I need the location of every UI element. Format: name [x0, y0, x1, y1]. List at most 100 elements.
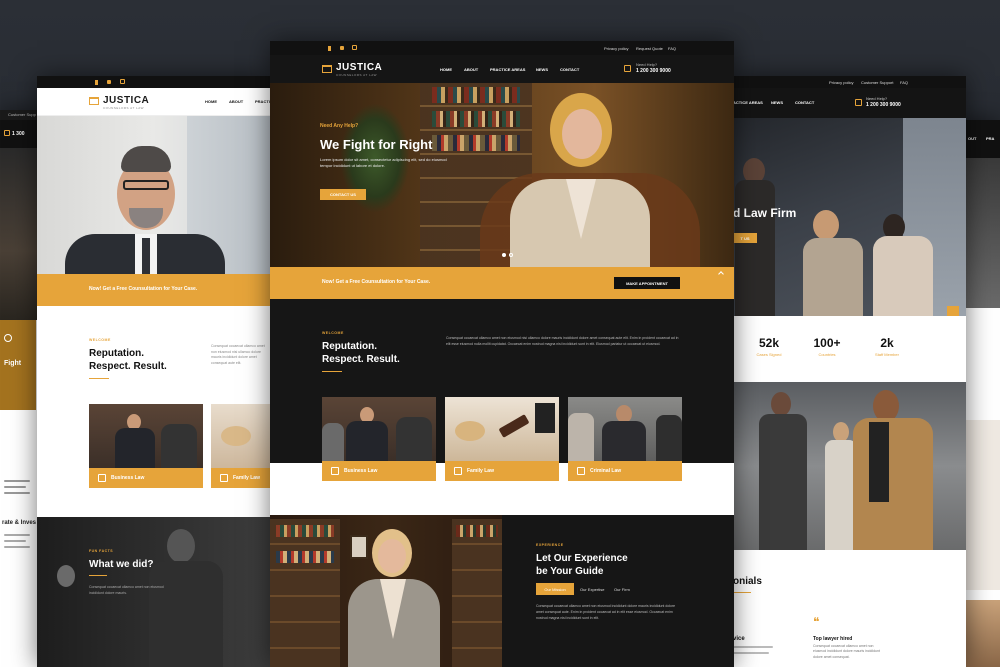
- tab-our-firm[interactable]: Our Firm: [614, 587, 630, 592]
- far-left-phone[interactable]: 1 300: [12, 131, 25, 137]
- right-contact-button-fragment[interactable]: T US: [733, 233, 757, 243]
- right-topbar-link[interactable]: Customer Support: [861, 80, 893, 85]
- main-topbar-link[interactable]: FAQ: [668, 46, 676, 51]
- framed-photo: [350, 535, 368, 559]
- twitter-icon[interactable]: [107, 80, 111, 84]
- scroll-up-icon[interactable]: [947, 306, 959, 316]
- main-nav-home[interactable]: HOME: [440, 67, 452, 72]
- right-stat-label: Staff Member: [875, 352, 899, 357]
- left-mockup: JUSTICA COUNSELORS AT LAW HOME ABOUT PRA…: [37, 76, 270, 667]
- right-stat-value: 2k: [880, 336, 894, 350]
- tab-our-mission[interactable]: Our Mission: [536, 583, 574, 595]
- left-about-kicker: WELCOME: [89, 338, 111, 342]
- left-card-label: Family Law: [211, 468, 270, 488]
- main-hero-title: We Fight for Right: [320, 137, 433, 152]
- main-topbar: Privacy policy Request Quote FAQ: [270, 41, 734, 55]
- left-card-label-text: Business Law: [111, 475, 145, 481]
- right-testimonials-heading: onials: [733, 576, 762, 587]
- facebook-icon[interactable]: [95, 80, 98, 85]
- main-practice-card[interactable]: Business Law: [322, 397, 436, 481]
- house-icon: [220, 474, 228, 482]
- main-card-image: [445, 397, 559, 461]
- left-about-title-line1: Reputation.: [89, 348, 144, 359]
- left-banner-text: Now! Get a Free Counsultation for Your C…: [89, 286, 198, 292]
- glasses-icon: [123, 180, 169, 190]
- right-phone-number[interactable]: 1 200 300 9000: [866, 102, 901, 108]
- left-card-label: Business Law: [89, 468, 203, 488]
- right-hero-title-fragment: d Law Firm: [733, 206, 797, 220]
- right-nav-item[interactable]: CONTACT: [795, 100, 814, 105]
- main-hero-contact-button[interactable]: CONTACT US: [320, 189, 366, 200]
- right-topbar-link[interactable]: Privacy policy: [829, 80, 853, 85]
- instagram-icon[interactable]: [120, 79, 125, 84]
- main-practice-card[interactable]: Family Law: [445, 397, 559, 481]
- twitter-icon[interactable]: [340, 46, 344, 50]
- left-practice-card[interactable]: Business Law: [89, 404, 203, 488]
- gavel-icon: [498, 414, 530, 438]
- far-left-topbar-text[interactable]: Customer Supp: [8, 112, 36, 117]
- facebook-icon[interactable]: [328, 46, 331, 51]
- left-nav-item[interactable]: PRACTI: [255, 99, 270, 104]
- far-right-bottom-image: [966, 600, 1000, 667]
- main-about-kicker: WELCOME: [322, 331, 344, 335]
- main-about-body: Consequat occaecat ullamco amet non eius…: [446, 336, 679, 347]
- main-topbar-link[interactable]: Privacy policy: [604, 46, 628, 51]
- main-nav-about[interactable]: ABOUT: [464, 67, 478, 72]
- far-right-nav-fragment[interactable]: OUT: [968, 136, 976, 141]
- main-hero: Need Any Help? We Fight for Right Lorem …: [270, 83, 734, 267]
- main-hero-body: Lorem ipsum dolor sit amet, consectetur …: [320, 157, 447, 169]
- left-nav-item[interactable]: HOME: [205, 99, 217, 104]
- main-experience-title-line2: be Your Guide: [536, 566, 604, 577]
- right-nav-item[interactable]: NEWS: [771, 100, 783, 105]
- main-experience-image: [270, 515, 502, 667]
- tab-our-expertise[interactable]: Our Expertise: [580, 587, 604, 592]
- main-banner-text: Now! Get a Free Counsultation for Your C…: [322, 279, 431, 285]
- main-nav-news[interactable]: NEWS: [536, 67, 548, 72]
- phone-icon: [4, 130, 10, 136]
- main-header: JUSTICA COUNSELORS AT LAW HOME ABOUT PRA…: [270, 55, 734, 83]
- main-hero-kicker: Need Any Help?: [320, 123, 359, 129]
- bookshelf-image: [270, 519, 340, 667]
- main-phone-label: Need Help?: [636, 62, 658, 67]
- main-brand-tagline: COUNSELORS AT LAW: [336, 73, 377, 77]
- right-stat-label: Cases Signed: [756, 352, 782, 357]
- left-card-label-text: Family Law: [233, 475, 260, 481]
- main-nav-contact[interactable]: CONTACT: [560, 67, 579, 72]
- main-about-title-line1: Reputation.: [322, 341, 377, 352]
- main-experience-title-line1: Let Our Experience: [536, 553, 628, 564]
- left-card-image: [89, 404, 203, 468]
- main-brand-name[interactable]: JUSTICA: [336, 62, 382, 73]
- right-stat: 52k Cases Signed: [749, 336, 789, 357]
- left-brand-name[interactable]: JUSTICA: [103, 95, 149, 106]
- make-appointment-button[interactable]: MAKE APPOINTMENT: [614, 277, 680, 289]
- left-practice-card[interactable]: Family Law: [211, 404, 270, 488]
- right-header: ACTICE AREAS NEWS CONTACT Need Help? 1 2…: [733, 88, 966, 118]
- right-topbar-link[interactable]: FAQ: [900, 80, 908, 85]
- main-phone-number[interactable]: 1 200 300 9000: [636, 68, 671, 74]
- briefcase-icon: [331, 467, 339, 475]
- far-right-nav2-fragment[interactable]: PRA: [986, 136, 994, 141]
- main-practice-card[interactable]: Criminal Law: [568, 397, 682, 481]
- main-experience-body: Consequat occaecat ullamco amet non eius…: [536, 604, 676, 621]
- slider-dot[interactable]: [509, 253, 513, 257]
- left-consult-banner: Now! Get a Free Counsultation for Your C…: [37, 274, 270, 306]
- right-stats: 52k Cases Signed 100+ Countries 2k Staff…: [733, 316, 966, 382]
- briefcase-icon: [98, 474, 106, 482]
- main-card-label-text: Business Law: [344, 468, 378, 474]
- instagram-icon[interactable]: [352, 45, 357, 50]
- left-card-image: [211, 404, 270, 468]
- right-stat-value: 52k: [758, 336, 780, 350]
- right-mockup: Privacy policy Customer Support FAQ ACTI…: [733, 76, 966, 667]
- phone-icon: [624, 65, 631, 72]
- chevron-up-icon[interactable]: [718, 271, 724, 277]
- right-nav-item[interactable]: ACTICE AREAS: [733, 100, 763, 105]
- main-card-label-text: Criminal Law: [590, 468, 622, 474]
- right-testimonial-title: Top lawyer hired: [813, 636, 853, 642]
- left-about-title-line2: Respect. Result.: [89, 361, 167, 372]
- right-stat: 2k Staff Member: [867, 336, 907, 357]
- main-nav-practice[interactable]: PRACTICE AREAS: [490, 67, 525, 72]
- slider-dot[interactable]: [502, 253, 506, 257]
- left-nav-item[interactable]: ABOUT: [229, 99, 243, 104]
- main-topbar-link[interactable]: Request Quote: [636, 46, 663, 51]
- left-fun-title: What we did?: [89, 559, 154, 570]
